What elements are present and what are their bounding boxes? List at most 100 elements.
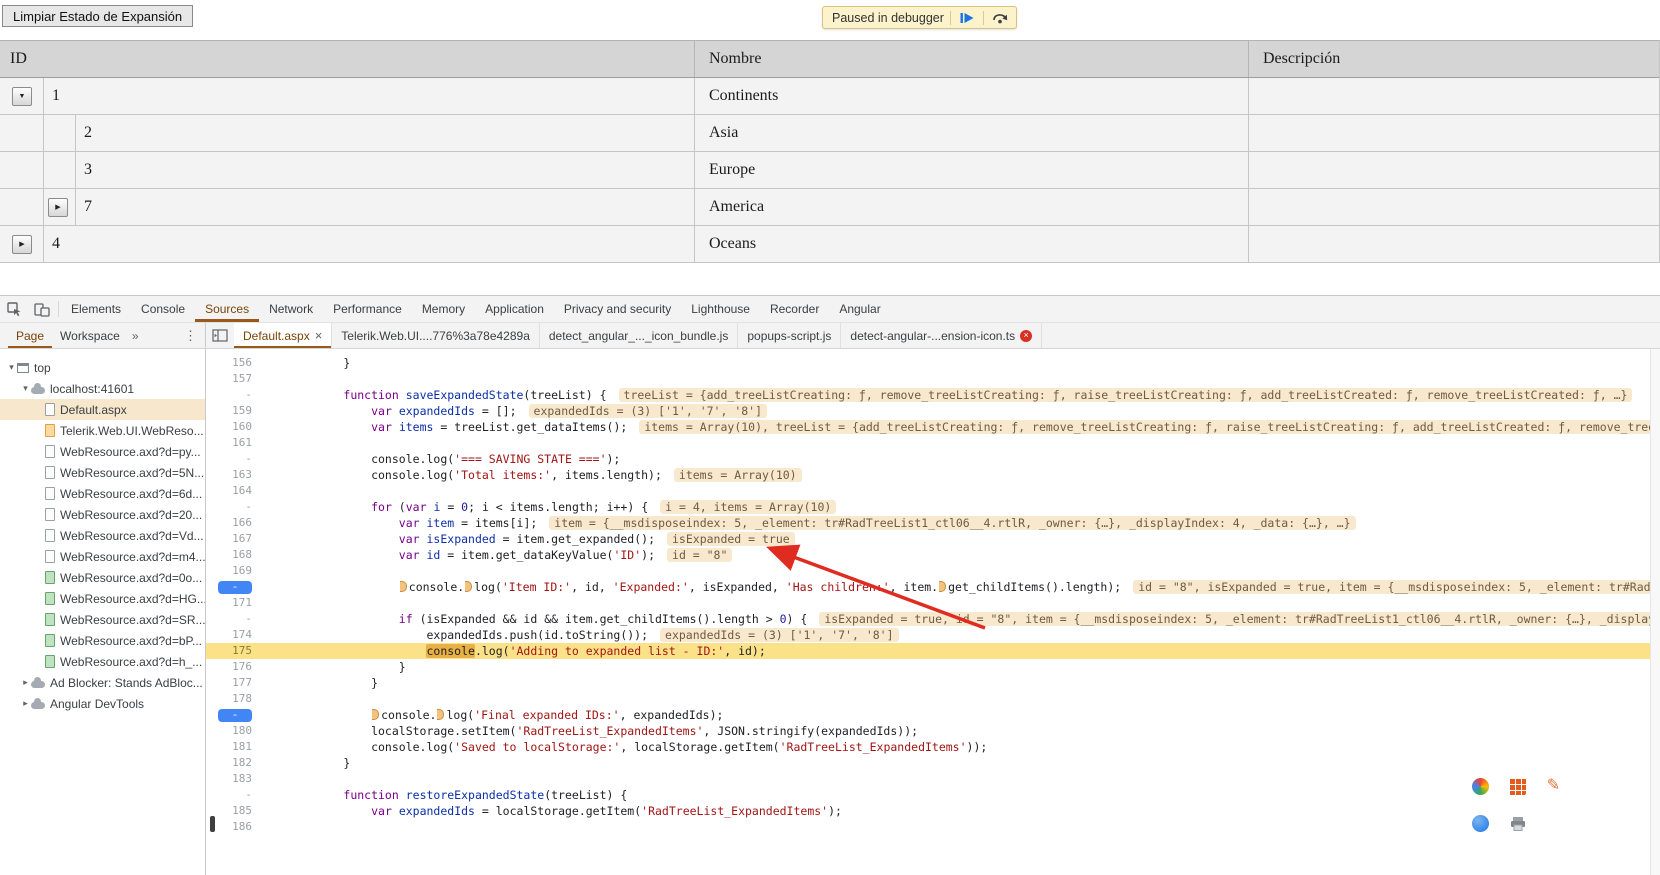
nav-item-localhost-41601[interactable]: ▾ localhost:41601: [0, 378, 205, 399]
line-number[interactable]: 161: [206, 435, 262, 451]
collapse-row-button[interactable]: ▼: [12, 86, 32, 106]
line-number[interactable]: -: [206, 579, 262, 595]
nav-item-webresource-axd-d-sr-[interactable]: WebResource.axd?d=SR...: [0, 609, 205, 630]
line-number[interactable]: 171: [206, 595, 262, 611]
file-tab-detect-angular-ension-icon-ts[interactable]: detect-angular-...ension-icon.ts ×: [841, 323, 1043, 348]
line-number[interactable]: 164: [206, 483, 262, 499]
navigator-tab-page[interactable]: Page: [8, 323, 52, 348]
editor-scrollbar[interactable]: [1650, 349, 1660, 875]
nav-item-angular-devtools[interactable]: ▸ Angular DevTools: [0, 693, 205, 714]
line-number[interactable]: 183: [206, 771, 262, 787]
code-content: }: [262, 755, 1660, 771]
expand-row-button[interactable]: ▶: [12, 234, 32, 254]
printer-icon[interactable]: [1509, 815, 1526, 832]
inline-breakpoint-icon[interactable]: [939, 581, 947, 592]
line-number[interactable]: -: [206, 611, 262, 627]
line-number[interactable]: 157: [206, 371, 262, 387]
tab-application[interactable]: Application: [475, 296, 554, 322]
inline-breakpoint-icon[interactable]: [399, 581, 407, 592]
line-number[interactable]: 181: [206, 739, 262, 755]
breakpoint-marker[interactable]: -: [218, 581, 252, 594]
tab-elements[interactable]: Elements: [61, 296, 131, 322]
step-over-button[interactable]: [990, 9, 1010, 27]
clear-expansion-state-button[interactable]: Limpiar Estado de Expansión: [2, 5, 194, 27]
scrollbar-thumb[interactable]: [210, 816, 215, 832]
line-number[interactable]: -: [206, 387, 262, 403]
tab-memory[interactable]: Memory: [412, 296, 475, 322]
line-number[interactable]: -: [206, 499, 262, 515]
nav-item-webresource-axd-d-h-[interactable]: WebResource.axd?d=h_...: [0, 651, 205, 672]
line-number[interactable]: 176: [206, 659, 262, 675]
line-number[interactable]: 166: [206, 515, 262, 531]
breakpoint-marker[interactable]: -: [218, 709, 252, 722]
nav-item-webresource-axd-d-6d-[interactable]: WebResource.axd?d=6d...: [0, 483, 205, 504]
tab-network[interactable]: Network: [259, 296, 323, 322]
code-content: localStorage.setItem('RadTreeList_Expand…: [262, 723, 1660, 739]
inline-breakpoint-icon[interactable]: [465, 581, 473, 592]
line-number[interactable]: 167: [206, 531, 262, 547]
resume-script-button[interactable]: [957, 9, 977, 27]
chevron-right-icon[interactable]: ▸: [20, 677, 31, 688]
tab-lighthouse[interactable]: Lighthouse: [681, 296, 760, 322]
file-tab-detect-angular-icon-bundle-js[interactable]: detect_angular_..._icon_bundle.js: [540, 323, 739, 348]
line-number[interactable]: -: [206, 707, 262, 723]
tab-sources[interactable]: Sources: [195, 296, 259, 322]
file-tab-telerik-web-ui-776-3a78e4289a[interactable]: Telerik.Web.UI....776%3a78e4289a: [332, 323, 540, 348]
tab-recorder[interactable]: Recorder: [760, 296, 829, 322]
nav-item-webresource-axd-d-bp-[interactable]: WebResource.axd?d=bP...: [0, 630, 205, 651]
nav-item-webresource-axd-d-20-[interactable]: WebResource.axd?d=20...: [0, 504, 205, 525]
column-header-nombre: Nombre: [695, 41, 1249, 77]
nav-item-webresource-axd-d-5n-[interactable]: WebResource.axd?d=5N...: [0, 462, 205, 483]
line-number[interactable]: -: [206, 787, 262, 803]
file-tab-popups-script-js[interactable]: popups-script.js: [738, 323, 842, 348]
file-tab-default-aspx[interactable]: Default.aspx ×: [234, 323, 333, 348]
chevron-down-icon[interactable]: ▾: [20, 383, 31, 394]
expand-row-button[interactable]: ▶: [48, 197, 68, 217]
blue-extension-icon[interactable]: [1472, 815, 1489, 832]
line-number[interactable]: 178: [206, 691, 262, 707]
nav-item-top[interactable]: ▾ top: [0, 357, 205, 378]
line-number[interactable]: 175: [206, 643, 262, 659]
code-token: (isExpanded && id && item.get_childItems…: [412, 612, 780, 626]
tab-privacy-and-security[interactable]: Privacy and security: [554, 296, 681, 322]
tab-console[interactable]: Console: [131, 296, 195, 322]
nav-item-telerik-web-ui-webreso-[interactable]: Telerik.Web.UI.WebReso...: [0, 420, 205, 441]
inline-breakpoint-icon[interactable]: [372, 709, 380, 720]
line-number[interactable]: 180: [206, 723, 262, 739]
line-number[interactable]: 168: [206, 547, 262, 563]
line-number[interactable]: 163: [206, 467, 262, 483]
pencil-annotation-icon[interactable]: ✎: [1545, 777, 1562, 794]
more-tabs-icon[interactable]: »: [128, 323, 143, 348]
line-number[interactable]: 174: [206, 627, 262, 643]
inspect-element-button[interactable]: [0, 296, 28, 322]
more-options-icon[interactable]: ⋮: [176, 323, 205, 348]
device-toolbar-button[interactable]: [28, 296, 56, 322]
line-number[interactable]: 159: [206, 403, 262, 419]
chevron-right-icon[interactable]: ▸: [20, 698, 31, 709]
line-number[interactable]: 182: [206, 755, 262, 771]
chevron-down-icon[interactable]: ▾: [6, 362, 17, 373]
tab-performance[interactable]: Performance: [323, 296, 412, 322]
navigator-toggle-button[interactable]: [206, 323, 234, 348]
table-extension-icon[interactable]: [1509, 778, 1526, 795]
close-tab-icon[interactable]: ×: [315, 329, 323, 342]
nav-item-webresource-axd-d-0o-[interactable]: WebResource.axd?d=0o...: [0, 567, 205, 588]
nav-item-webresource-axd-d-hg-[interactable]: WebResource.axd?d=HG...: [0, 588, 205, 609]
line-number[interactable]: 156: [206, 355, 262, 371]
nav-item-ad-blocker-stands-adbloc-[interactable]: ▸ Ad Blocker: Stands AdBloc...: [0, 672, 205, 693]
line-number[interactable]: 160: [206, 419, 262, 435]
nav-item-webresource-axd-d-m4-[interactable]: WebResource.axd?d=m4...: [0, 546, 205, 567]
nav-item-webresource-axd-d-py-[interactable]: WebResource.axd?d=py...: [0, 441, 205, 462]
tab-angular[interactable]: Angular: [829, 296, 890, 322]
colorful-extension-icon[interactable]: [1472, 778, 1489, 795]
inline-breakpoint-icon[interactable]: [437, 709, 445, 720]
navigator-tab-workspace[interactable]: Workspace: [52, 323, 128, 348]
nav-item-default-aspx[interactable]: Default.aspx: [0, 399, 205, 420]
line-number[interactable]: 177: [206, 675, 262, 691]
line-number[interactable]: 169: [206, 563, 262, 579]
code-content: var items = treeList.get_dataItems(); ite…: [262, 419, 1660, 435]
line-number[interactable]: -: [206, 451, 262, 467]
nav-item-webresource-axd-d-vd-[interactable]: WebResource.axd?d=Vd...: [0, 525, 205, 546]
